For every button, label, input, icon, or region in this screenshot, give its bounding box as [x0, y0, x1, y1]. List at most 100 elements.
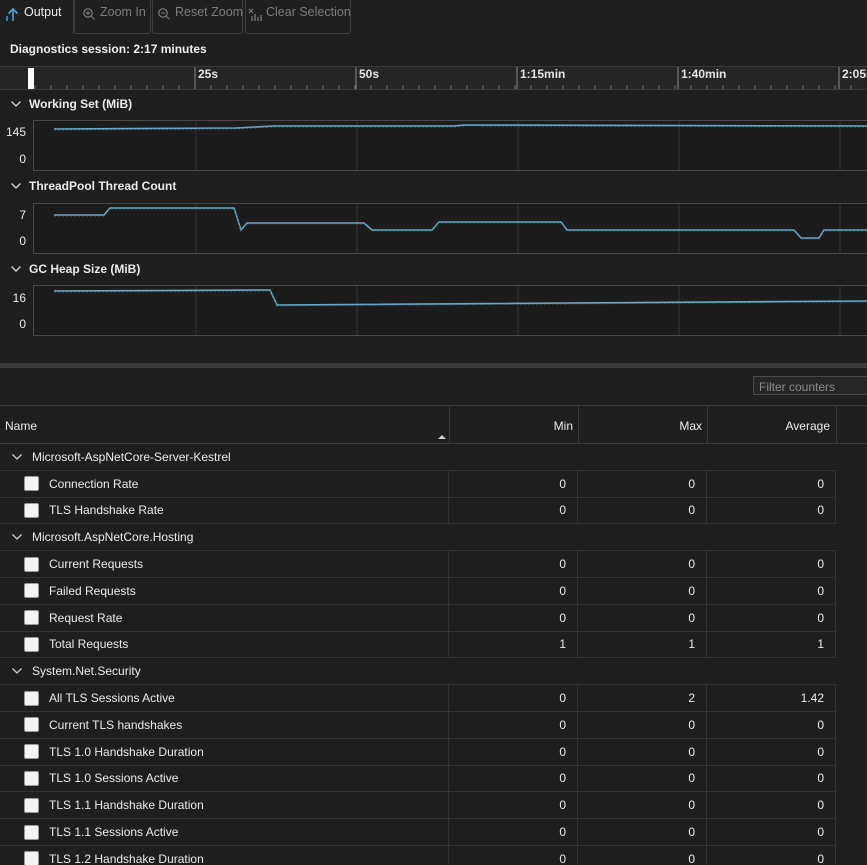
cell-name: System.Net.Security: [0, 658, 449, 684]
column-max-label: Max: [679, 419, 702, 433]
column-header-average[interactable]: Average: [708, 406, 837, 444]
table-scrollbar[interactable]: [836, 444, 867, 865]
gc-heap-header[interactable]: GC Heap Size (MiB): [10, 262, 140, 276]
timeline-ruler[interactable]: 25s 50s 1:15min 1:40min 2:05min: [0, 66, 867, 90]
cell-max: 0: [578, 819, 707, 845]
table-group-row[interactable]: System.Net.Security: [0, 658, 836, 686]
column-header-name[interactable]: Name: [0, 406, 450, 444]
column-name-label: Name: [5, 419, 38, 433]
cell-min: 0: [449, 497, 578, 524]
chevron-down-icon[interactable]: [11, 666, 23, 676]
series-line-shadow: [54, 208, 867, 240]
reset-zoom-button[interactable]: Reset Zoom: [157, 0, 243, 34]
cell-max: 0: [578, 738, 707, 765]
cell-avg: 0: [707, 819, 836, 845]
cell-max: 0: [578, 551, 707, 577]
row-label: Microsoft.AspNetCore.Hosting: [32, 530, 194, 545]
chevron-down-icon[interactable]: [11, 452, 23, 462]
cell-max: 0: [578, 604, 707, 631]
row-label: Current Requests: [49, 557, 144, 572]
cell-avg: 0: [707, 497, 836, 524]
zoom-in-button[interactable]: Zoom In: [82, 0, 146, 34]
ruler-tick-label: 2:05min: [842, 67, 867, 81]
table-row[interactable]: Current Requests 0 0 0: [0, 551, 836, 578]
table-group-row[interactable]: Microsoft-AspNetCore-Server-Kestrel: [0, 444, 836, 471]
counter-checkbox[interactable]: [24, 824, 39, 840]
table-row[interactable]: Connection Rate 0 0 0: [0, 470, 836, 498]
working-set-chart[interactable]: [33, 120, 867, 171]
table-row[interactable]: Request Rate 0 0 0: [0, 604, 836, 632]
cell-name: Total Requests: [0, 631, 449, 658]
table-row[interactable]: TLS Handshake Rate 0 0 0: [0, 497, 836, 525]
cell-name: Connection Rate: [0, 470, 449, 497]
threadpool-title: ThreadPool Thread Count: [29, 179, 177, 193]
table-group-row[interactable]: Microsoft.AspNetCore.Hosting: [0, 524, 836, 552]
clear-selection-icon: [248, 8, 262, 21]
row-label: TLS Handshake Rate: [49, 503, 164, 518]
zoom-in-label: Zoom In: [100, 5, 146, 19]
counter-checkbox[interactable]: [24, 744, 39, 760]
threadpool-chart[interactable]: [33, 203, 867, 254]
panel-splitter[interactable]: [0, 363, 867, 368]
arrow-up-icon: [6, 7, 19, 21]
clear-selection-button[interactable]: Clear Selection: [248, 0, 351, 34]
cell-avg: 0: [707, 470, 836, 497]
column-header-max[interactable]: Max: [579, 406, 708, 444]
cell-min: 0: [449, 792, 578, 819]
cell-min: 0: [449, 685, 578, 711]
counter-checkbox[interactable]: [24, 610, 39, 626]
session-duration: Diagnostics session: 2:17 minutes: [10, 42, 207, 56]
cell-name: TLS Handshake Rate: [0, 497, 449, 524]
filter-counters-input[interactable]: Filter counters: [753, 376, 867, 395]
cell-min: 0: [449, 845, 578, 865]
cell-name: TLS 1.0 Handshake Duration: [0, 738, 449, 765]
table-row[interactable]: TLS 1.1 Handshake Duration 0 0 0: [0, 792, 836, 820]
output-button[interactable]: Output: [6, 0, 62, 34]
table-row[interactable]: Failed Requests 0 0 0: [0, 577, 836, 605]
threadpool-header[interactable]: ThreadPool Thread Count: [10, 179, 176, 193]
counter-checkbox[interactable]: [24, 636, 39, 652]
row-label: TLS 1.0 Handshake Duration: [49, 744, 204, 759]
working-set-title: Working Set (MiB): [29, 97, 133, 111]
counter-checkbox[interactable]: [24, 717, 39, 733]
column-header-min[interactable]: Min: [450, 406, 579, 444]
counter-checkbox[interactable]: [24, 556, 39, 572]
cell-name: Microsoft.AspNetCore.Hosting: [0, 524, 449, 550]
row-label: TLS 1.1 Sessions Active: [49, 825, 179, 840]
cell-avg: 0: [707, 604, 836, 631]
row-label: Total Requests: [49, 637, 129, 652]
table-row[interactable]: TLS 1.0 Sessions Active 0 0 0: [0, 765, 836, 793]
working-set-plot: [53, 121, 867, 170]
counter-checkbox[interactable]: [24, 770, 39, 786]
output-label: Output: [24, 5, 62, 19]
table-row[interactable]: Total Requests 1 1 1: [0, 631, 836, 659]
threadpool-y-min: 0: [19, 234, 26, 248]
counter-checkbox[interactable]: [24, 690, 39, 706]
gc-heap-y-min: 0: [19, 317, 26, 331]
chevron-down-icon[interactable]: [11, 532, 23, 542]
table-row[interactable]: TLS 1.0 Handshake Duration 0 0 0: [0, 738, 836, 766]
series-line: [53, 124, 867, 130]
ruler-ticks: 25s 50s 1:15min 1:40min 2:05min: [34, 67, 867, 89]
table-row[interactable]: All TLS Sessions Active 0 2 1.42: [0, 685, 836, 712]
counter-checkbox[interactable]: [24, 476, 39, 492]
table-row[interactable]: TLS 1.2 Handshake Duration 0 0 0: [0, 845, 836, 865]
gc-heap-chart[interactable]: [33, 285, 867, 336]
counter-checkbox[interactable]: [24, 797, 39, 813]
counter-checkbox[interactable]: [24, 583, 39, 599]
cell-max: 0: [578, 711, 707, 738]
cell-min: 0: [449, 470, 578, 497]
zoom-out-icon: [158, 8, 170, 20]
column-average-label: Average: [785, 419, 830, 433]
cell-name: Request Rate: [0, 604, 449, 631]
cell-name: TLS 1.0 Sessions Active: [0, 765, 449, 792]
cell-min: 0: [449, 738, 578, 765]
row-label: TLS 1.2 Handshake Duration: [49, 851, 204, 865]
working-set-header[interactable]: Working Set (MiB): [10, 97, 132, 111]
table-row[interactable]: Current TLS handshakes 0 0 0: [0, 711, 836, 739]
row-label: All TLS Sessions Active: [49, 691, 175, 706]
row-label: Failed Requests: [49, 583, 136, 598]
table-row[interactable]: TLS 1.1 Sessions Active 0 0 0: [0, 819, 836, 846]
counter-checkbox[interactable]: [24, 851, 39, 865]
counter-checkbox[interactable]: [24, 502, 39, 518]
